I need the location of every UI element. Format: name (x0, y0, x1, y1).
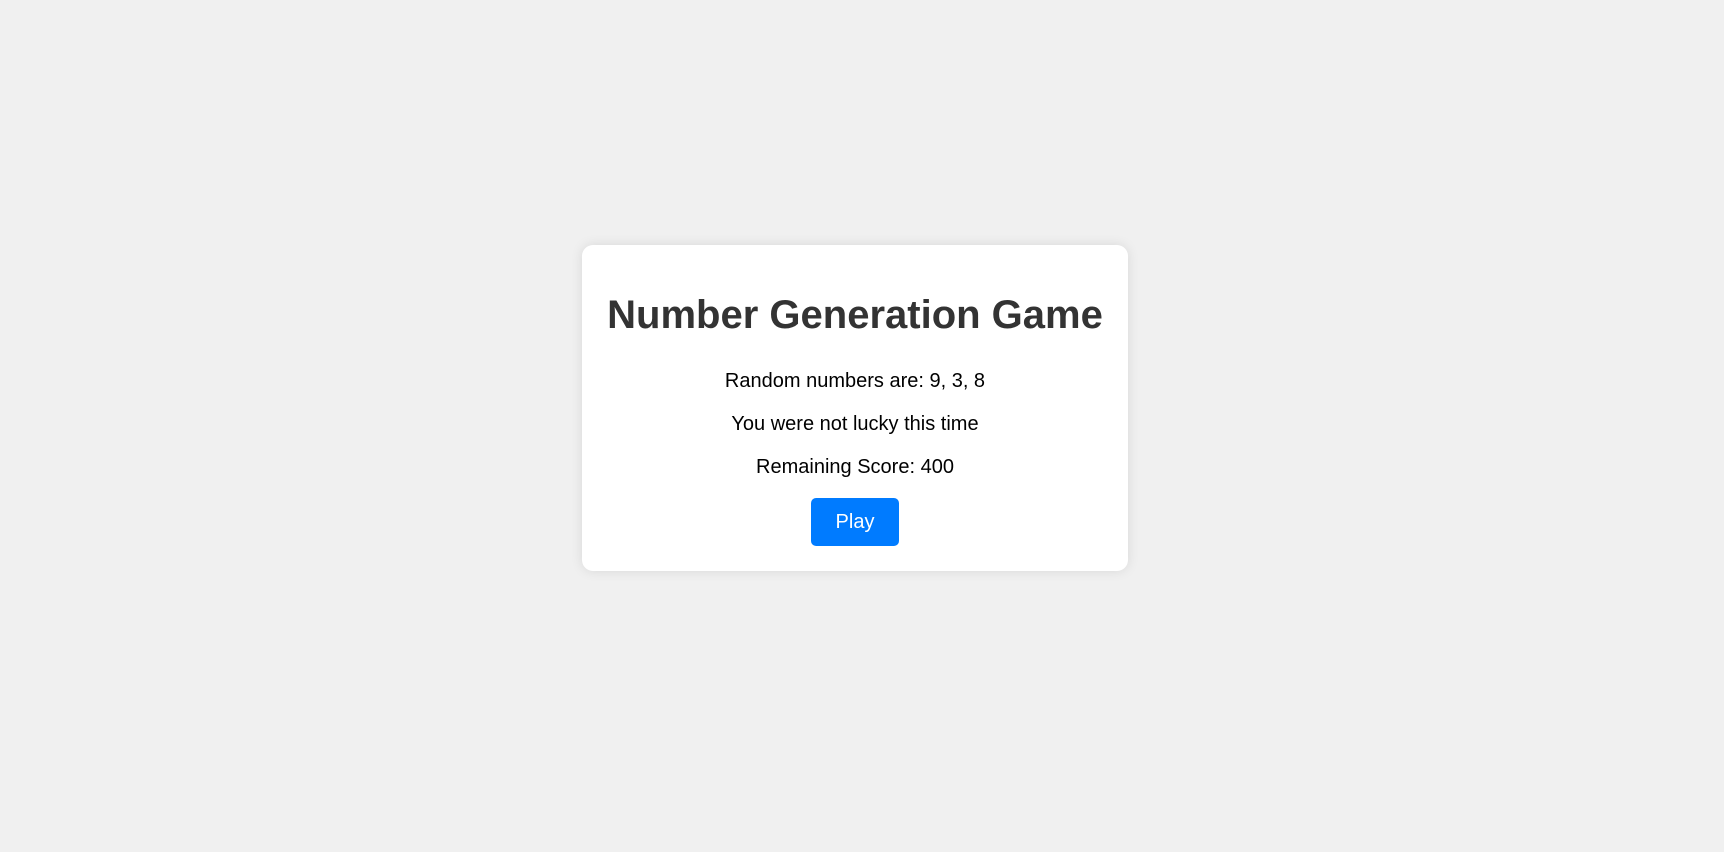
remaining-score: Remaining Score: 400 (756, 456, 954, 478)
play-button[interactable]: Play (811, 498, 899, 546)
page-title: Number Generation Game (607, 293, 1103, 337)
random-numbers-text: Random numbers are: 9, 3, 8 (724, 370, 986, 392)
game-card: Number Generation Game Random numbers ar… (582, 245, 1128, 571)
result-message: You were not lucky this time (731, 413, 979, 435)
